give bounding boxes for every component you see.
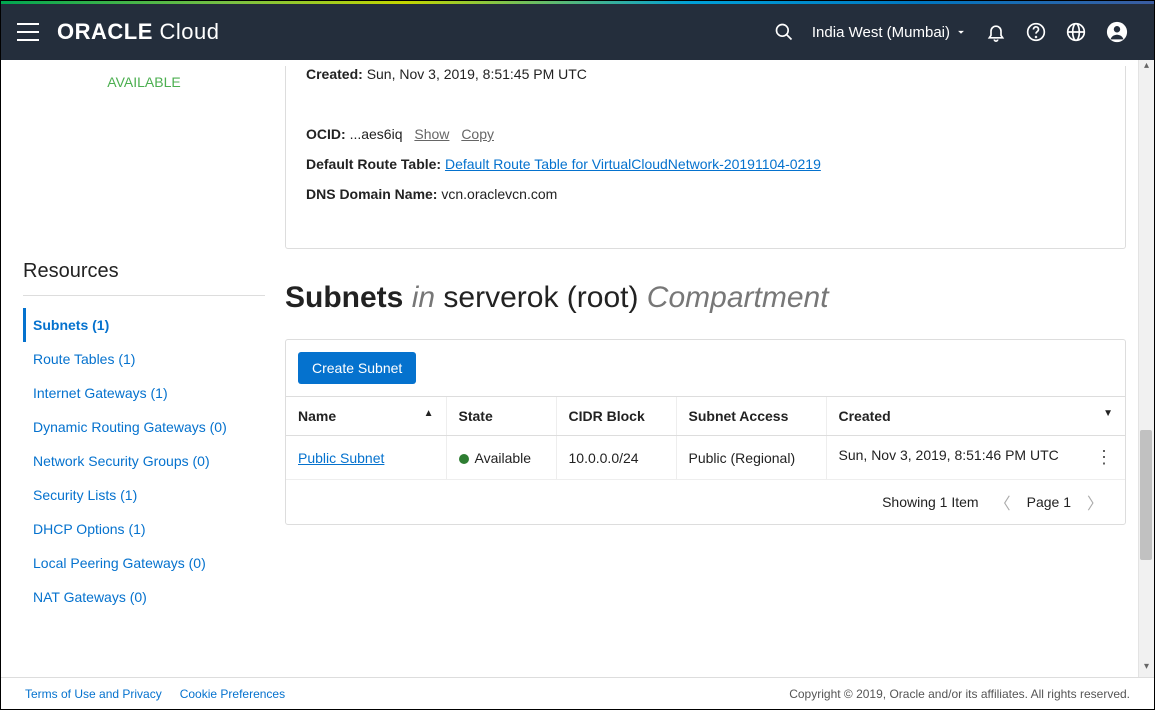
default-route-table-link[interactable]: Default Route Table for VirtualCloudNetw… [445, 156, 821, 172]
col-access[interactable]: Subnet Access [676, 397, 826, 436]
col-cidr[interactable]: CIDR Block [556, 397, 676, 436]
sidebar-item-subnets[interactable]: Subnets (1) [23, 308, 265, 342]
notifications-icon[interactable] [986, 22, 1006, 42]
next-page-icon[interactable]: 〉 [1083, 490, 1107, 514]
top-header: ORACLE Cloud India West (Mumbai) [1, 4, 1154, 60]
row-actions-icon[interactable]: ⋮ [1095, 447, 1113, 468]
col-created[interactable]: Created▼ [826, 397, 1125, 436]
profile-icon[interactable] [1106, 21, 1128, 43]
scrollbar[interactable]: ▴ ▾ [1138, 60, 1154, 677]
sidebar-item-route-tables[interactable]: Route Tables (1) [23, 342, 265, 376]
page-title: Subnets in serverok (root) Compartment [285, 281, 1126, 315]
footer: Terms of Use and Privacy Cookie Preferen… [1, 677, 1154, 709]
prev-page-icon[interactable]: 〈 [991, 490, 1015, 514]
col-state[interactable]: State [446, 397, 556, 436]
sidebar-item-nat-gateways[interactable]: NAT Gateways (0) [23, 580, 265, 614]
divider [23, 295, 265, 296]
cookies-link[interactable]: Cookie Preferences [180, 687, 285, 701]
subnet-state: Available [446, 436, 556, 480]
table-row: Public Subnet Available 10.0.0.0/24 Publ… [286, 436, 1125, 480]
ocid-show-link[interactable]: Show [414, 126, 449, 142]
subnets-table-panel: Create Subnet Name▲ State CIDR Block Sub… [285, 339, 1126, 525]
resources-heading: Resources [23, 260, 265, 283]
subnet-created: Sun, Nov 3, 2019, 8:51:46 PM UTC ⋮ [826, 436, 1125, 480]
sidebar-item-security-lists[interactable]: Security Lists (1) [23, 478, 265, 512]
scroll-up-icon[interactable]: ▴ [1139, 60, 1154, 76]
create-subnet-button[interactable]: Create Subnet [298, 352, 416, 384]
subnet-name-link[interactable]: Public Subnet [298, 450, 384, 466]
scroll-down-icon[interactable]: ▾ [1139, 661, 1154, 677]
main-content: Created: Sun, Nov 3, 2019, 8:51:45 PM UT… [285, 60, 1154, 677]
subnet-access: Public (Regional) [676, 436, 826, 480]
help-icon[interactable] [1026, 22, 1046, 42]
sidebar-item-dynamic-routing-gateways[interactable]: Dynamic Routing Gateways (0) [23, 410, 265, 444]
created-row: Created: Sun, Nov 3, 2019, 8:51:45 PM UT… [306, 66, 1105, 82]
page-label: Page 1 [1027, 494, 1071, 510]
col-name[interactable]: Name▲ [286, 397, 446, 436]
status-badge: AVAILABLE [23, 74, 265, 90]
sidebar-item-dhcp-options[interactable]: DHCP Options (1) [23, 512, 265, 546]
sidebar-item-network-security-groups[interactable]: Network Security Groups (0) [23, 444, 265, 478]
status-dot-icon [459, 454, 469, 464]
subnets-table: Name▲ State CIDR Block Subnet Access Cre… [286, 396, 1125, 480]
table-pager: Showing 1 Item 〈 Page 1 〉 [286, 480, 1125, 524]
chevron-down-icon [954, 25, 968, 39]
copyright-text: Copyright © 2019, Oracle and/or its affi… [789, 687, 1130, 701]
vcn-info-panel: Created: Sun, Nov 3, 2019, 8:51:45 PM UT… [285, 66, 1126, 249]
sidebar-item-local-peering-gateways[interactable]: Local Peering Gateways (0) [23, 546, 265, 580]
scrollbar-thumb[interactable] [1140, 430, 1152, 560]
terms-link[interactable]: Terms of Use and Privacy [25, 687, 162, 701]
ocid-copy-link[interactable]: Copy [461, 126, 494, 142]
menu-icon[interactable] [17, 23, 39, 41]
sidebar-item-internet-gateways[interactable]: Internet Gateways (1) [23, 376, 265, 410]
ocid-row: OCID: ...aes6iq Show Copy [306, 126, 1105, 142]
subnet-cidr: 10.0.0.0/24 [556, 436, 676, 480]
dns-row: DNS Domain Name: vcn.oraclevcn.com [306, 186, 1105, 202]
route-table-row: Default Route Table: Default Route Table… [306, 156, 1105, 172]
globe-icon[interactable] [1066, 22, 1086, 42]
sort-desc-icon: ▼ [1103, 408, 1113, 419]
showing-label: Showing 1 Item [882, 494, 979, 510]
region-selector[interactable]: India West (Mumbai) [812, 24, 968, 41]
search-icon[interactable] [774, 22, 794, 42]
oracle-cloud-logo: ORACLE Cloud [57, 19, 220, 45]
resources-list: Subnets (1) Route Tables (1) Internet Ga… [23, 308, 265, 614]
sidebar: AVAILABLE Resources Subnets (1) Route Ta… [1, 60, 285, 677]
sort-asc-icon: ▲ [424, 408, 434, 419]
